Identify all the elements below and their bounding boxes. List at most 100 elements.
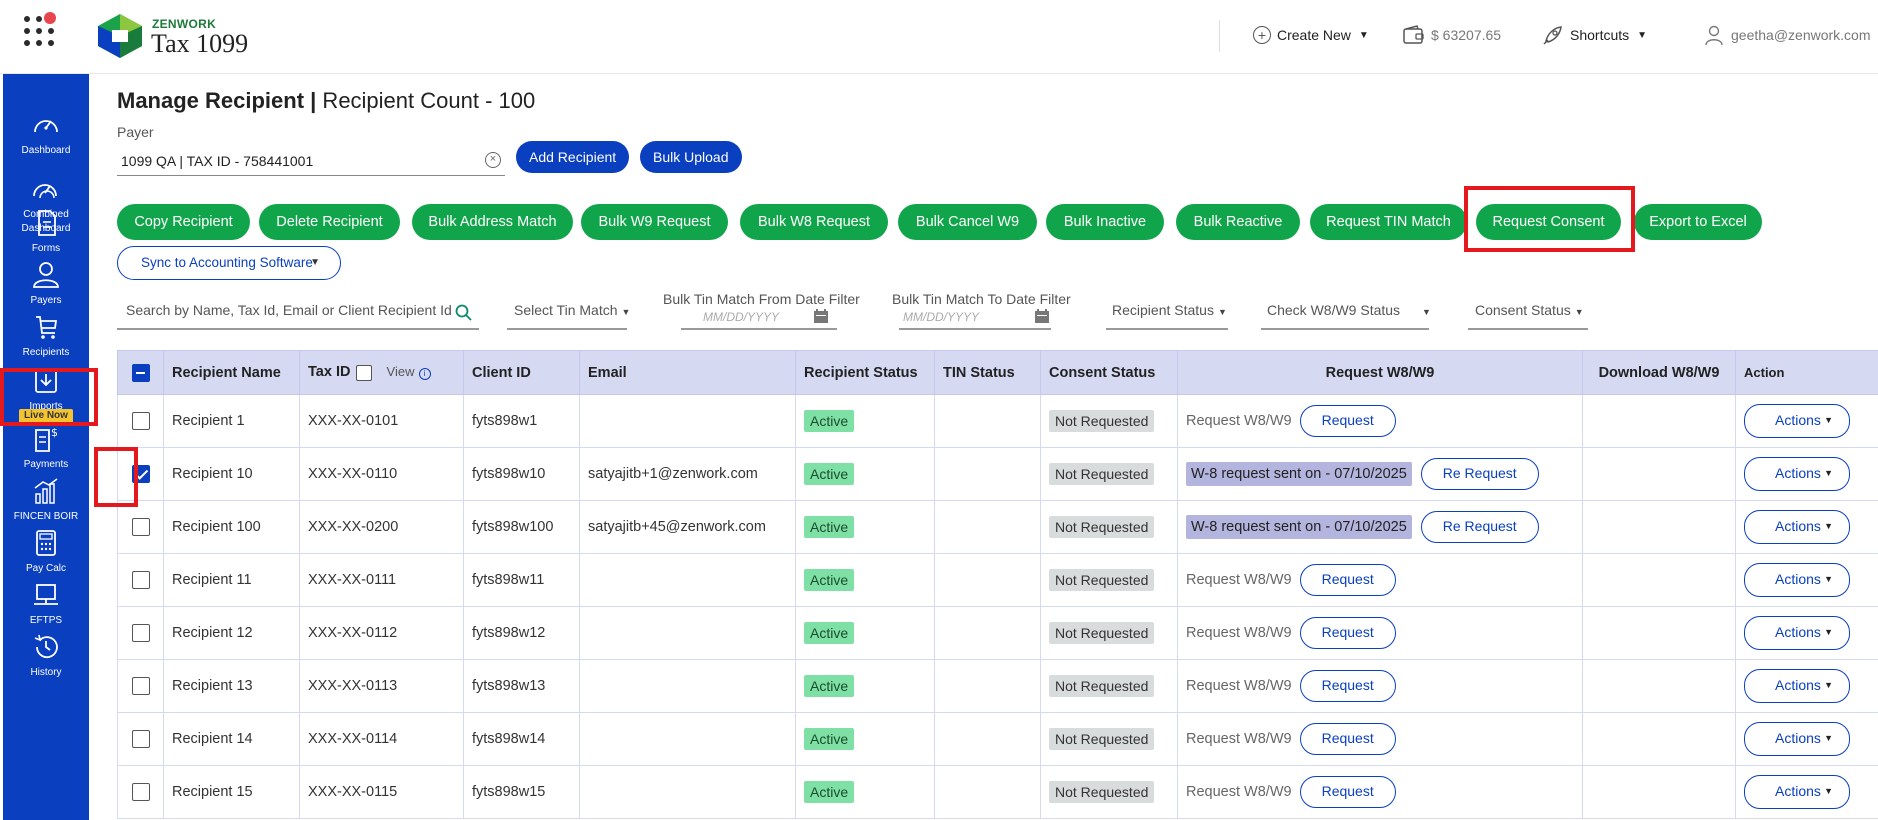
w8w9-status-select[interactable]: Check W8/W9 Status ▼ bbox=[1267, 302, 1431, 318]
request-w8w9-cell: W-8 request sent on - 07/10/2025 Re Reque… bbox=[1177, 500, 1583, 554]
table-row: Recipient 13 XXX-XX-0113 fyts898w13 Active N… bbox=[117, 659, 1878, 713]
recipient-name[interactable]: Recipient 15 bbox=[163, 765, 300, 819]
client-id: fyts898w11 bbox=[463, 553, 580, 607]
sidebar-item-dashboard[interactable]: Dashboard bbox=[3, 110, 89, 158]
status-badge: Active bbox=[804, 781, 855, 803]
request-tin-match-button[interactable]: Request TIN Match bbox=[1310, 204, 1467, 240]
tin-match-select[interactable]: Select Tin Match ▼ bbox=[514, 302, 630, 318]
header-consent-status[interactable]: Consent Status bbox=[1040, 350, 1178, 395]
sidebar-item-forms[interactable]: Forms bbox=[3, 208, 89, 256]
actions-dropdown-button[interactable]: Actions ▼ bbox=[1744, 669, 1850, 703]
request-button[interactable]: Request bbox=[1299, 670, 1396, 702]
bulk-cancel-w9-button[interactable]: Bulk Cancel W9 bbox=[898, 204, 1037, 240]
user-menu[interactable]: geetha@zenwork.com ▼ bbox=[1703, 24, 1878, 46]
recipient-name[interactable]: Recipient 11 bbox=[163, 553, 300, 607]
header-client-id[interactable]: Client ID bbox=[463, 350, 580, 395]
calendar-icon[interactable] bbox=[1034, 308, 1050, 324]
row-checkbox[interactable] bbox=[131, 624, 150, 642]
re-request-button[interactable]: Re Request bbox=[1420, 511, 1539, 543]
page-title: Manage Recipient | Recipient Count - 100 bbox=[117, 88, 535, 114]
top-bar: ZENWORK Tax 1099 + Create New ▼ $ 63207.… bbox=[0, 0, 1878, 74]
actions-dropdown-button[interactable]: Actions ▼ bbox=[1744, 404, 1850, 438]
apps-grid-icon[interactable] bbox=[24, 12, 58, 50]
row-checkbox[interactable] bbox=[131, 783, 150, 801]
bulk-inactive-button[interactable]: Bulk Inactive bbox=[1046, 204, 1164, 240]
actions-dropdown-button[interactable]: Actions ▼ bbox=[1744, 510, 1850, 544]
actions-dropdown-button[interactable]: Actions ▼ bbox=[1744, 616, 1850, 650]
sidebar-item-eftps[interactable]: EFTPS bbox=[3, 580, 89, 628]
request-w8w9-cell: Request W8/W9 Request bbox=[1177, 712, 1583, 766]
actions-dropdown-button[interactable]: Actions ▼ bbox=[1744, 722, 1850, 756]
recipient-name[interactable]: Recipient 14 bbox=[163, 712, 300, 766]
consent-badge: Not Requested bbox=[1049, 516, 1155, 538]
request-button[interactable]: Request bbox=[1299, 564, 1396, 596]
recipient-name[interactable]: Recipient 1 bbox=[163, 394, 300, 448]
row-checkbox[interactable] bbox=[131, 730, 150, 748]
recipient-name[interactable]: Recipient 13 bbox=[163, 659, 300, 713]
calculator-icon bbox=[36, 530, 56, 556]
header-email[interactable]: Email bbox=[579, 350, 796, 395]
shortcuts-menu[interactable]: Shortcuts ▼ bbox=[1542, 24, 1647, 46]
from-date-input[interactable]: MM/DD/YYYY bbox=[703, 310, 779, 324]
export-to-excel-button[interactable]: Export to Excel bbox=[1634, 204, 1762, 240]
recipient-name[interactable]: Recipient 100 bbox=[163, 500, 300, 554]
recipient-status-select[interactable]: Recipient Status ▼ bbox=[1112, 302, 1227, 318]
header-tin-status[interactable]: TIN Status bbox=[934, 350, 1041, 395]
actions-dropdown-button[interactable]: Actions ▼ bbox=[1744, 457, 1850, 491]
row-checkbox[interactable] bbox=[131, 412, 150, 430]
sidebar-item-pay-calc[interactable]: Pay Calc bbox=[3, 528, 89, 576]
select-all-checkbox[interactable] bbox=[131, 363, 150, 382]
select-all-cell bbox=[117, 350, 164, 395]
header-recipient-name[interactable]: Recipient Name bbox=[163, 350, 300, 395]
to-date-input[interactable]: MM/DD/YYYY bbox=[903, 310, 979, 324]
highlight-box-request-consent bbox=[1464, 186, 1635, 252]
row-checkbox[interactable] bbox=[131, 571, 150, 589]
recipient-name[interactable]: Recipient 12 bbox=[163, 606, 300, 660]
actions-dropdown-button[interactable]: Actions ▼ bbox=[1744, 775, 1850, 809]
bulk-w8-request-button[interactable]: Bulk W8 Request bbox=[740, 204, 888, 240]
bulk-w9-request-button[interactable]: Bulk W9 Request bbox=[581, 204, 728, 240]
consent-status-cell: Not Requested bbox=[1040, 553, 1178, 607]
header-recipient-status[interactable]: Recipient Status bbox=[795, 350, 935, 395]
consent-badge: Not Requested bbox=[1049, 781, 1155, 803]
actions-dropdown-button[interactable]: Actions ▼ bbox=[1744, 563, 1850, 597]
download-w8w9-cell bbox=[1582, 606, 1736, 660]
copy-recipient-button[interactable]: Copy Recipient bbox=[117, 204, 250, 240]
delete-recipient-button[interactable]: Delete Recipient bbox=[259, 204, 400, 240]
sidebar-item-fincen-boir[interactable]: FINCEN BOIR bbox=[3, 476, 89, 524]
bulk-address-match-button[interactable]: Bulk Address Match bbox=[412, 204, 573, 240]
action-cell: Actions ▼ bbox=[1735, 606, 1878, 660]
search-input[interactable]: Search by Name, Tax Id, Email or Client … bbox=[126, 302, 452, 318]
sync-accounting-button[interactable]: Sync to Accounting Software ▼ bbox=[117, 246, 341, 280]
search-icon[interactable] bbox=[455, 304, 473, 322]
wallet-balance[interactable]: $ 63207.65 bbox=[1403, 24, 1501, 46]
bulk-reactive-button[interactable]: Bulk Reactive bbox=[1176, 204, 1300, 240]
zenwork-logo[interactable]: ZENWORK Tax 1099 bbox=[98, 14, 298, 60]
consent-status-select[interactable]: Consent Status ▼ bbox=[1475, 302, 1584, 318]
sidebar-item-history[interactable]: History bbox=[3, 632, 89, 680]
add-recipient-button[interactable]: Add Recipient bbox=[516, 141, 630, 173]
re-request-button[interactable]: Re Request bbox=[1420, 458, 1539, 490]
request-button[interactable]: Request bbox=[1299, 405, 1396, 437]
request-button[interactable]: Request bbox=[1299, 617, 1396, 649]
recipient-name[interactable]: Recipient 10 bbox=[163, 447, 300, 501]
row-checkbox[interactable] bbox=[131, 518, 150, 536]
view-taxid-checkbox[interactable] bbox=[356, 364, 373, 381]
sidebar-item-payers[interactable]: Payers bbox=[3, 260, 89, 308]
sidebar-item-recipients[interactable]: Recipients bbox=[3, 312, 89, 360]
request-button[interactable]: Request bbox=[1299, 776, 1396, 808]
bulk-upload-button[interactable]: Bulk Upload bbox=[640, 141, 742, 173]
calendar-icon[interactable] bbox=[813, 308, 829, 324]
clear-icon[interactable]: × bbox=[485, 152, 501, 168]
recipient-status-cell: Active bbox=[795, 712, 935, 766]
request-button[interactable]: Request bbox=[1299, 723, 1396, 755]
sidebar-item-payments[interactable]: $ Payments bbox=[3, 424, 89, 472]
sidebar-item-label: History bbox=[30, 667, 62, 678]
page-title-bold: Manage Recipient | bbox=[117, 88, 317, 113]
row-select-cell bbox=[117, 659, 164, 713]
info-icon[interactable]: i bbox=[418, 368, 431, 381]
payer-select[interactable]: 1099 QA | TAX ID - 758441001 × bbox=[117, 146, 505, 176]
row-checkbox[interactable] bbox=[131, 677, 150, 695]
create-new-menu[interactable]: + Create New ▼ bbox=[1253, 24, 1369, 46]
recipient-status-cell: Active bbox=[795, 553, 935, 607]
